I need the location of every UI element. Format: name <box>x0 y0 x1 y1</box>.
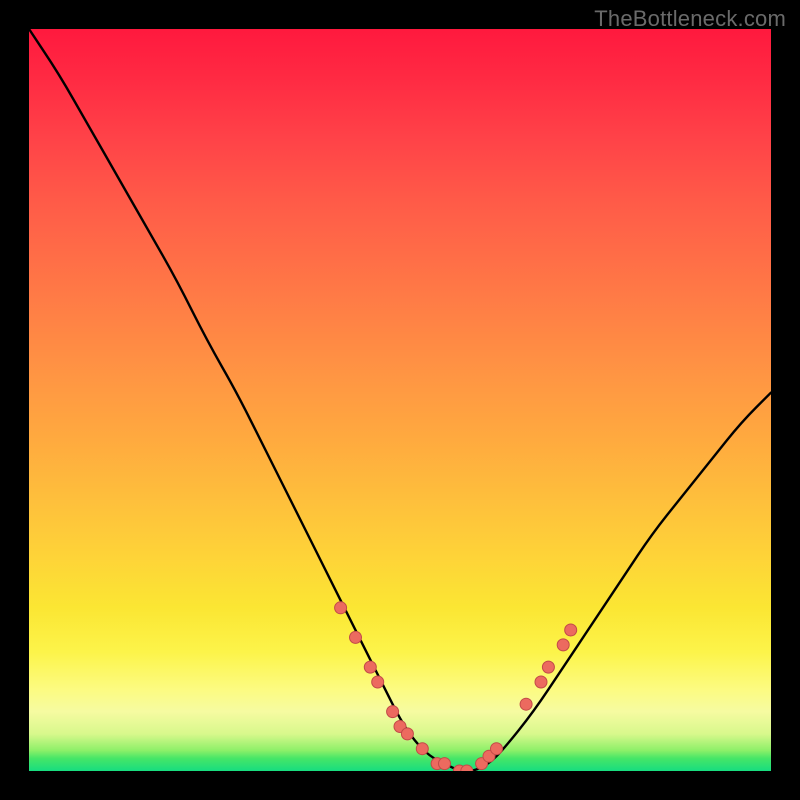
chart-frame: TheBottleneck.com <box>0 0 800 800</box>
marker-point <box>535 676 547 688</box>
marker-point <box>350 631 362 643</box>
marker-point <box>491 743 503 755</box>
marker-point <box>520 698 532 710</box>
marker-point <box>557 639 569 651</box>
marker-point <box>565 624 577 636</box>
marker-point <box>439 758 451 770</box>
bottleneck-curve <box>29 29 771 771</box>
marker-point <box>416 743 428 755</box>
watermark-text: TheBottleneck.com <box>594 6 786 32</box>
marker-point <box>364 661 376 673</box>
marker-layer <box>335 602 577 771</box>
marker-point <box>401 728 413 740</box>
marker-point <box>372 676 384 688</box>
marker-point <box>387 706 399 718</box>
chart-svg <box>29 29 771 771</box>
marker-point <box>542 661 554 673</box>
marker-point <box>335 602 347 614</box>
plot-area <box>29 29 771 771</box>
